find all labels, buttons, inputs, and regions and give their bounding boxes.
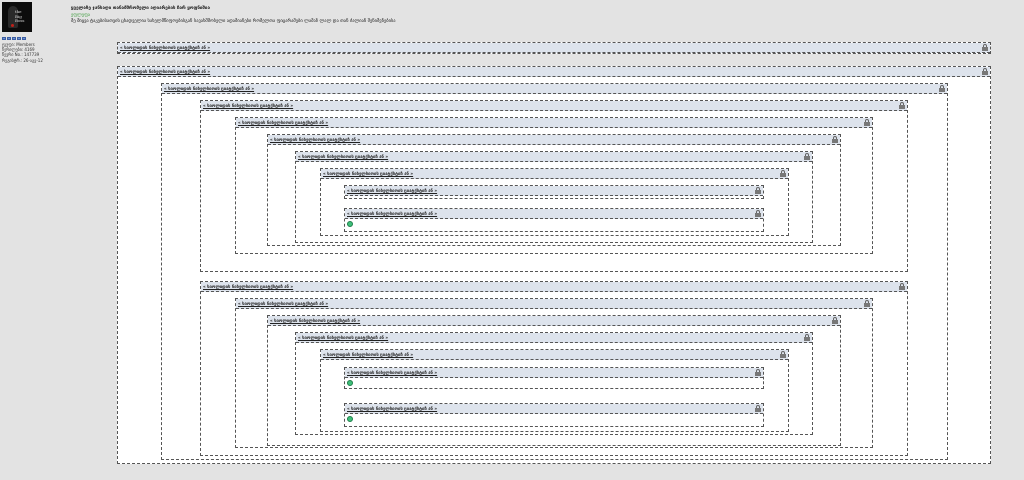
lock-icon (780, 170, 786, 177)
quote-header: « სიოლიდის ნიხელსიოის ციატქსტიჩ ან » (296, 333, 812, 343)
quote-title-link[interactable]: « სიოლიდის ნიხელსიოის ციატქსტიჩ ან » (323, 352, 413, 357)
post-subtitle[interactable]: ეფლეფა (71, 12, 1001, 19)
quote-box: « სიოლიდის ნიხელსიოის ციატქსტიჩ ან » (344, 403, 764, 427)
quote-title-link[interactable]: « სიოლიდის ნიხელსიოის ციატქსტიჩ ან » (120, 45, 210, 50)
quote-header: « სიოლიდის ნიხელსიოის ციატქსტიჩ ან » (345, 186, 763, 196)
quote-title-link[interactable]: « სიოლიდის ნიხელსიოის ციატქსტიჩ ან » (203, 284, 293, 289)
smiley-icon (347, 380, 353, 386)
quote-box: « სიოლიდის ნიხელსიოის ციატქსტიჩ ან » (344, 208, 764, 232)
lock-icon (755, 369, 761, 376)
lock-icon (832, 136, 838, 143)
quote-title-link[interactable]: « სიოლიდის ნიხელსიოის ციატქსტიჩ ან » (347, 406, 437, 411)
quote-header: « სიოლიდის ნიხელსიოის ციატქსტიჩ ან » (118, 43, 990, 53)
quote-header: « სიოლიდის ნიხელსიოის ციატქსტიჩ ან » (268, 316, 840, 326)
quote-title-link[interactable]: « სიოლიდის ნიხელსიოის ციატქსტიჩ ან » (270, 318, 360, 323)
quote-header: « სიოლიდის ნიხელსიოის ციატქსტიჩ ან » (321, 350, 788, 360)
quote-header: « სიოლიდის ნიხელსიოის ციატქსტიჩ ან » (162, 84, 947, 94)
lock-icon (755, 405, 761, 412)
rank-star-icon (12, 37, 16, 40)
rank-star-icon (7, 37, 11, 40)
quote-box: « სიოლიდის ნიხელსიოის ციატქსტიჩ ან » (117, 42, 991, 54)
smiley-icon (347, 221, 353, 227)
post-header: ყველაზე ჯანსაღი თანამშრომელი აღიარების ჩ… (71, 6, 1001, 25)
rank-star-icon (2, 37, 6, 40)
quote-header: « სიოლიდის ნიხელსიოის ციატქსტიჩ ან » (345, 404, 763, 414)
user-info: ჯგუფი: Members წერილები: 4169 წევრი No.:… (2, 37, 62, 63)
rank-star-icon (17, 37, 21, 40)
user-registration-date: რეგისტრ.: 26-აგვ-12 (2, 57, 43, 63)
lock-icon (899, 102, 905, 109)
smiley-icon (347, 416, 353, 422)
lock-icon (982, 68, 988, 75)
lock-icon (832, 317, 838, 324)
quote-title-link[interactable]: « სიოლიდის ნიხელსიოის ციატქსტიჩ ან » (347, 211, 437, 216)
quote-header: « სიოლიდის ნიხელსიოის ციატქსტიჩ ან » (268, 135, 840, 145)
quote-header: « სიოლიდის ნიხელსიოის ციატქსტიჩ ან » (118, 67, 990, 77)
lock-icon (804, 334, 810, 341)
quote-title-link[interactable]: « სიოლიდის ნიხელსიოის ციატქსტიჩ ან » (238, 120, 328, 125)
lock-icon (780, 351, 786, 358)
quote-title-link[interactable]: « სიოლიდის ნიხელსიოის ციატქსტიჩ ან » (298, 154, 388, 159)
lock-icon (804, 153, 810, 160)
lock-icon (899, 283, 905, 290)
quote-box: « სიოლიდის ნიხელსიოის ციატქსტიჩ ან » (344, 367, 764, 389)
quote-box: « სიოლიდის ნიხელსიოის ციატქსტიჩ ან » (344, 185, 764, 199)
user-rank-stars (2, 37, 62, 40)
post-text: მე მიყვა ტაკებისათვის ცხადველია სახელმწი… (71, 19, 396, 24)
quote-header: « სიოლიდის ნიხელსიოის ციატქსტიჩ ან » (345, 368, 763, 378)
lock-icon (864, 300, 870, 307)
quote-title-link[interactable]: « სიოლიდის ნიხელსიოის ციატქსტიჩ ან » (164, 86, 254, 91)
quote-header: « სიოლიდის ნიხელსიოის ციატქსტიჩ ან » (236, 299, 872, 309)
quote-title-link[interactable]: « სიოლიდის ნიხელსიოის ციატქსტიჩ ან » (203, 103, 293, 108)
quote-header: « სიოლიდის ნიხელსიოის ციატქსტიჩ ან » (201, 101, 907, 111)
quote-header: « სიოლიდის ნიხელსიოის ციატქსტიჩ ან » (236, 118, 872, 128)
quote-title-link[interactable]: « სიოლიდის ნიხელსიოის ციატქსტიჩ ან » (298, 335, 388, 340)
quote-header: « სიოლიდის ნიხელსიოის ციატქსტიჩ ან » (321, 169, 788, 179)
quote-title-link[interactable]: « სიოლიდის ნიხელსიოის ციატქსტიჩ ან » (323, 171, 413, 176)
quote-header: « სიოლიდის ნიხელსიოის ციატქსტიჩ ან » (201, 282, 907, 292)
quote-title-link[interactable]: « სიოლიდის ნიხელსიოის ციატქსტიჩ ან » (120, 69, 210, 74)
lock-icon (755, 210, 761, 217)
rank-star-icon (22, 37, 26, 40)
lock-icon (864, 119, 870, 126)
quote-header: « სიოლიდის ნიხელსიოის ციატქსტიჩ ან » (296, 152, 812, 162)
quote-title-link[interactable]: « სიოლიდის ნიხელსიოის ციატქსტიჩ ან » (270, 137, 360, 142)
lock-icon (755, 187, 761, 194)
quote-title-link[interactable]: « სიოლიდის ნიხელსიოის ციატქსტიჩ ან » (347, 188, 437, 193)
lock-icon (982, 44, 988, 51)
quote-header: « სიოლიდის ნიხელსიოის ციატქსტიჩ ან » (345, 209, 763, 219)
lock-icon (939, 85, 945, 92)
avatar-accent-dot (11, 24, 14, 27)
quote-title-link[interactable]: « სიოლიდის ნიხელსიოის ციატქსტიჩ ან » (238, 301, 328, 306)
user-avatar[interactable]: the Big Boss (2, 2, 32, 32)
avatar-logo-text: the Big Boss (15, 9, 25, 23)
quote-title-link[interactable]: « სიოლიდის ნიხელსიოის ციატქსტიჩ ან » (347, 370, 437, 375)
